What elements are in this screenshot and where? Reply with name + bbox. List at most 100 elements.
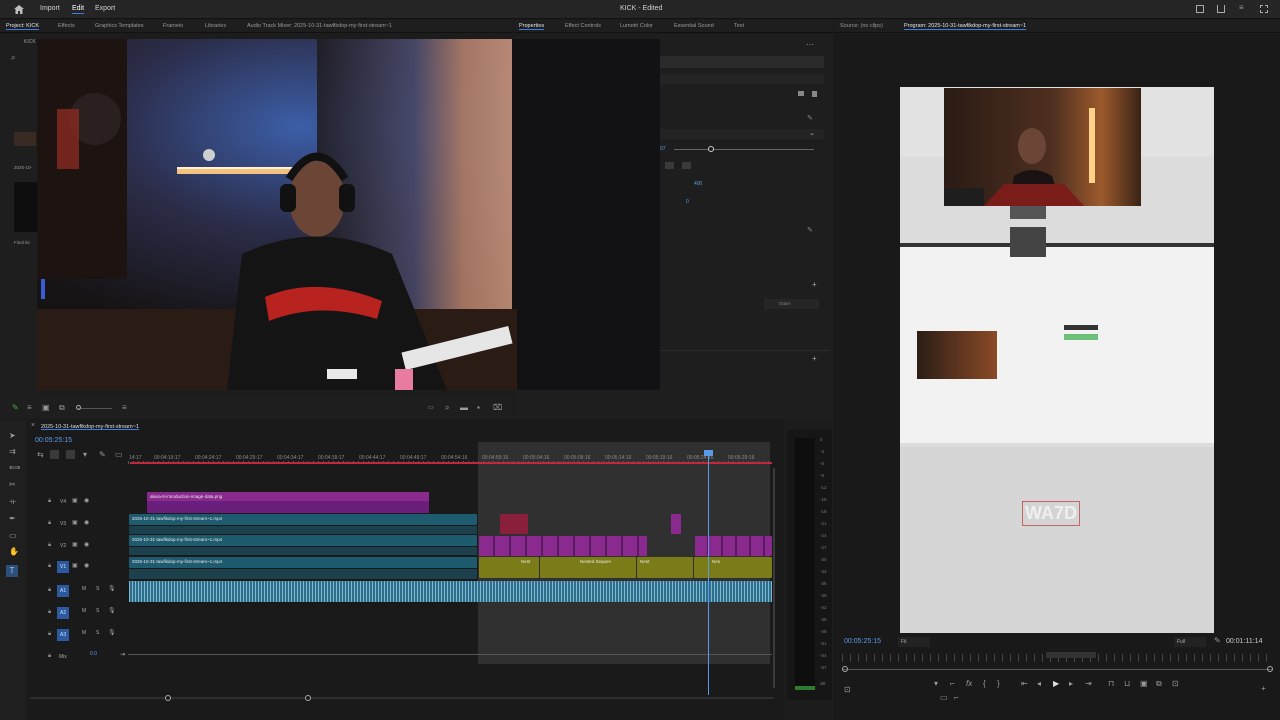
go-to-out-icon[interactable]: ⇥ bbox=[1085, 680, 1092, 688]
in-out-range[interactable] bbox=[130, 462, 772, 464]
program-zoom-bar[interactable] bbox=[1046, 652, 1096, 658]
slip-tool-icon[interactable]: ⟛ bbox=[9, 498, 16, 506]
lock-icon[interactable]: 🔒︎ bbox=[48, 498, 51, 505]
program-scrubber-start[interactable] bbox=[842, 666, 848, 672]
type-tool-icon[interactable]: T bbox=[6, 565, 18, 577]
track-label-a2[interactable]: A2 bbox=[57, 607, 70, 619]
proxy-icon[interactable]: ⌐ bbox=[954, 694, 959, 702]
solo-icon[interactable]: S bbox=[96, 608, 99, 614]
home-icon[interactable] bbox=[14, 5, 24, 14]
track-label-v4[interactable]: V4 bbox=[60, 499, 66, 505]
new-bin-icon[interactable]: ▬ bbox=[460, 404, 468, 412]
clip-v1[interactable]: 2025-10-31-tawfikdop-my-first-stream~1.m… bbox=[129, 557, 477, 568]
clip-v1-nested-a[interactable]: Nest bbox=[479, 557, 539, 578]
align-icon-2[interactable] bbox=[682, 162, 691, 169]
pip-webcam[interactable] bbox=[944, 88, 1141, 206]
bookmark-icon[interactable] bbox=[812, 91, 817, 97]
hand-tool-icon[interactable]: ✋ bbox=[9, 548, 19, 556]
wrench-settings-icon[interactable]: ✎ bbox=[1214, 637, 1221, 645]
camera-video-overlay[interactable] bbox=[37, 39, 660, 390]
freeform-view-icon[interactable]: ⧉ bbox=[59, 404, 65, 412]
mic-icon[interactable]: 🎙︎ bbox=[108, 585, 116, 592]
lock-icon[interactable]: 🔒︎ bbox=[48, 631, 51, 638]
clip-v2-magenta-a[interactable] bbox=[479, 536, 647, 556]
fx-icon[interactable]: fx bbox=[966, 680, 972, 688]
lock-icon[interactable]: 🔒︎ bbox=[48, 587, 51, 594]
property-value-a[interactable]: 400 bbox=[694, 181, 702, 187]
tab-properties[interactable]: Properties bbox=[519, 23, 544, 29]
folder-icon[interactable] bbox=[798, 91, 804, 96]
fullscreen-icon[interactable] bbox=[1260, 5, 1268, 13]
properties-slider-track[interactable] bbox=[674, 149, 814, 150]
solo-icon[interactable]: S bbox=[96, 630, 99, 636]
add-effect-icon-2[interactable]: + bbox=[812, 354, 817, 363]
align-icon[interactable] bbox=[665, 162, 674, 169]
tab-audio-track-mixer[interactable]: Audio Track Mixer: 2025-10-31-tawfikdop-… bbox=[247, 23, 392, 29]
eye-icon[interactable]: ◉ bbox=[84, 562, 89, 569]
solo-icon[interactable]: S bbox=[96, 586, 99, 592]
add-marker-icon[interactable] bbox=[66, 450, 75, 459]
eye-icon[interactable]: ◉ bbox=[84, 541, 89, 548]
lock-icon[interactable]: 🔒︎ bbox=[48, 520, 51, 527]
program-timecode[interactable]: 00:05:25:15 bbox=[844, 638, 881, 645]
tab-essential-sound[interactable]: Essential Sound bbox=[674, 23, 714, 29]
pen-tool-icon[interactable]: ✒ bbox=[9, 515, 16, 523]
mute-icon[interactable]: M bbox=[82, 630, 86, 636]
dark-button[interactable] bbox=[1064, 325, 1098, 330]
bin-thumbnail[interactable] bbox=[14, 132, 36, 146]
step-forward-icon[interactable]: ▸ bbox=[1069, 680, 1073, 688]
window-layout-icon[interactable] bbox=[1196, 5, 1204, 13]
bin-item[interactable] bbox=[14, 182, 38, 232]
snap-icon[interactable]: ⇆ bbox=[37, 451, 44, 459]
zoom-slider[interactable] bbox=[78, 408, 112, 409]
lock-icon[interactable]: 🔒︎ bbox=[48, 563, 51, 570]
playhead[interactable] bbox=[708, 450, 709, 695]
track-label-a3[interactable]: A3 bbox=[57, 629, 70, 641]
search-icon[interactable]: ⌕ bbox=[11, 54, 15, 62]
clip-v4[interactable]: alexa-8-introduction-image-data.png bbox=[147, 492, 429, 513]
share-icon[interactable] bbox=[1217, 5, 1225, 13]
tab-lumetri-color[interactable]: Lumetri Color bbox=[620, 23, 653, 29]
tab-frameio[interactable]: Frameio bbox=[163, 23, 183, 29]
eye-icon[interactable]: ◉ bbox=[84, 497, 89, 504]
trash-icon[interactable]: ⌧ bbox=[493, 404, 502, 412]
tab-source[interactable]: Source: (no clips) bbox=[840, 23, 883, 29]
selection-tool-icon[interactable]: ➤ bbox=[9, 432, 16, 440]
chevron-down-icon[interactable]: ⌄ bbox=[809, 129, 815, 137]
h-scroll-handle-right[interactable] bbox=[305, 695, 311, 701]
mute-icon[interactable]: M bbox=[82, 608, 86, 614]
find-icon[interactable]: ⌕ bbox=[445, 404, 449, 412]
list-view-icon[interactable]: ≡ bbox=[27, 404, 32, 412]
clip-v2-magenta-b[interactable] bbox=[695, 536, 772, 556]
track-label-v3[interactable]: V3 bbox=[60, 521, 66, 527]
zoom-slider-handle[interactable] bbox=[76, 405, 81, 410]
mark-out-icon-2[interactable]: } bbox=[997, 680, 1000, 688]
track-label-v2[interactable]: V2 bbox=[60, 543, 66, 549]
toggle-output-icon[interactable]: ▣ bbox=[72, 519, 78, 526]
clip-v1-nested-d[interactable]: Nes bbox=[694, 557, 772, 578]
timeline-horizontal-scroll[interactable] bbox=[30, 697, 774, 699]
pencil-icon[interactable]: ✎ bbox=[12, 404, 19, 412]
marker-icon[interactable]: ▾ bbox=[934, 680, 938, 688]
menu-import[interactable]: Import bbox=[40, 5, 60, 12]
audio-clip-a1[interactable] bbox=[129, 581, 772, 602]
tab-effect-controls[interactable]: Effect Controls bbox=[565, 23, 601, 29]
toggle-output-icon[interactable]: ▣ bbox=[72, 541, 78, 548]
safe-margins-icon[interactable]: ⊡ bbox=[844, 686, 851, 694]
properties-more-icon[interactable]: ⋯ bbox=[806, 40, 814, 49]
menu-edit[interactable]: Edit bbox=[72, 5, 84, 12]
program-scrubber-end[interactable] bbox=[1267, 666, 1273, 672]
program-scrubber-track[interactable] bbox=[842, 669, 1272, 670]
eye-icon[interactable]: ◉ bbox=[84, 519, 89, 526]
multicam-icon[interactable]: ▭ bbox=[940, 694, 948, 702]
lock-icon[interactable]: 🔒︎ bbox=[48, 653, 51, 660]
timeline-settings-icon[interactable]: ✎ bbox=[99, 451, 106, 459]
sort-icon[interactable]: ≡ bbox=[122, 404, 127, 412]
add-button-icon[interactable]: + bbox=[1261, 685, 1266, 693]
menu-export[interactable]: Export bbox=[95, 5, 115, 12]
menu-icon[interactable]: ≡ bbox=[1239, 4, 1244, 12]
clip-v1-nested-c[interactable]: Nest bbox=[637, 557, 693, 578]
go-to-end-icon[interactable]: ⇥ bbox=[120, 651, 125, 658]
properties-dropdown[interactable]: Outer bbox=[764, 299, 819, 309]
track-label-a1[interactable]: A1 bbox=[57, 585, 70, 597]
